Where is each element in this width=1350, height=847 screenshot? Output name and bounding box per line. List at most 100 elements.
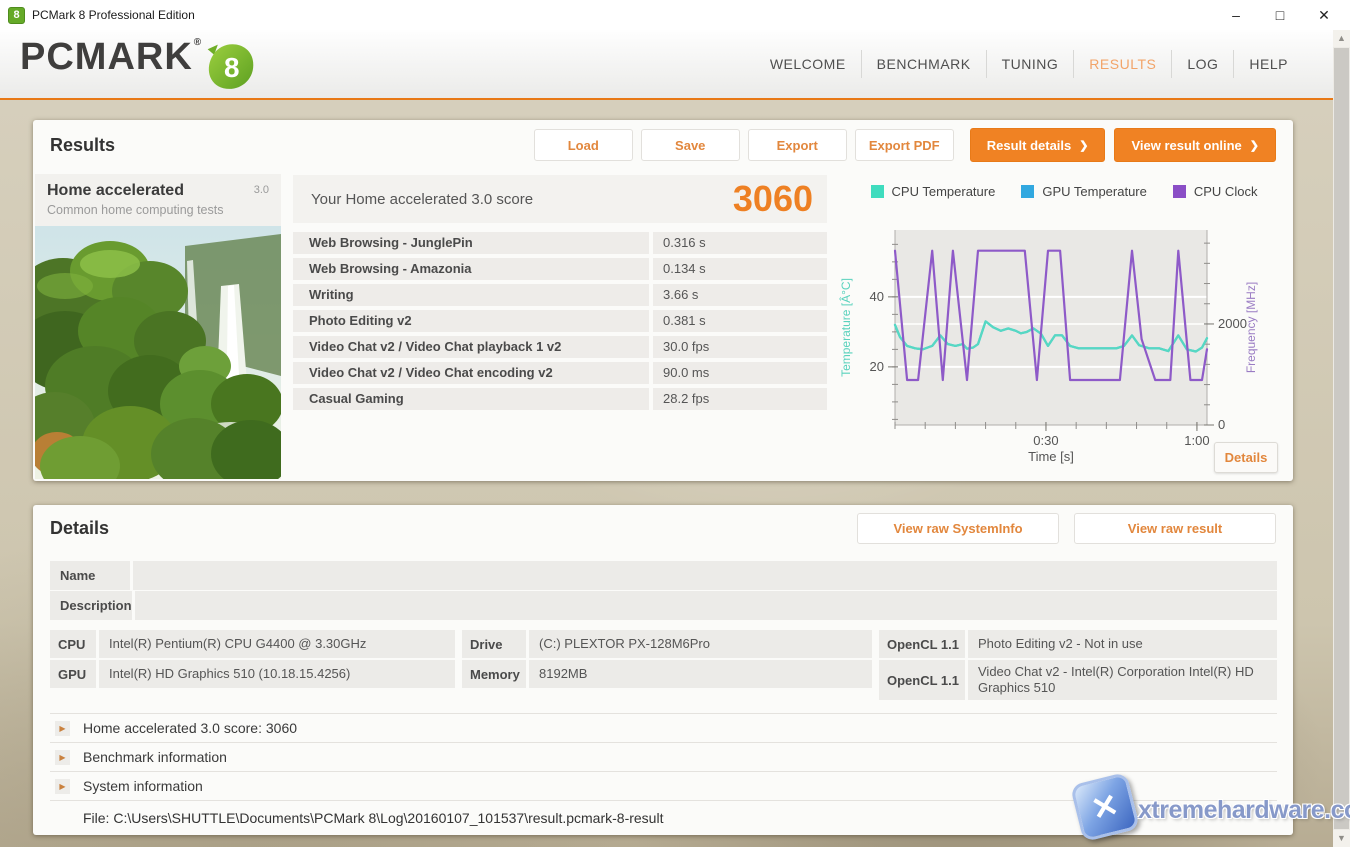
legend-label: CPU Temperature [892, 184, 996, 199]
cpu-label: CPU [50, 630, 96, 658]
memory-row: Memory8192MB [462, 660, 872, 688]
nav-log[interactable]: LOG [1171, 50, 1233, 78]
table-row: Video Chat v2 / Video Chat playback 1 v2… [293, 336, 827, 358]
description-row: Description [50, 591, 1277, 620]
scrollbar-thumb[interactable] [1334, 48, 1349, 829]
results-title: Results [50, 135, 115, 156]
window-title: PCMark 8 Professional Edition [32, 8, 195, 22]
name-label: Name [50, 561, 130, 590]
expander-label: Benchmark information [83, 749, 227, 765]
scroll-up-icon[interactable]: ▲ [1333, 30, 1350, 47]
table-row: Casual Gaming28.2 fps [293, 388, 827, 410]
cpu-temperature-swatch [871, 185, 884, 198]
nav-results[interactable]: RESULTS [1073, 50, 1171, 78]
triangle-right-icon: ▶ [59, 753, 65, 762]
waterfall-photo [35, 226, 281, 479]
app-icon: 8 [8, 7, 25, 24]
expander-score[interactable]: ▶ Home accelerated 3.0 score: 3060 [50, 713, 1277, 742]
memory-label: Memory [462, 660, 526, 688]
monitoring-chart: 2040020000:301:00Time [s]Temperature [Â°… [835, 220, 1293, 470]
nav-tuning[interactable]: TUNING [986, 50, 1074, 78]
view-result-online-button[interactable]: View result online ❯ [1114, 128, 1276, 162]
score-value: 3060 [733, 178, 813, 220]
vertical-scrollbar[interactable]: ▲ ▼ [1333, 30, 1350, 847]
nav-help[interactable]: HELP [1233, 50, 1303, 78]
legend-gpu-temperature: GPU Temperature [1021, 184, 1147, 199]
result-details-button[interactable]: Result details ❯ [970, 128, 1106, 162]
name-value [133, 561, 1277, 590]
logo-text: PCMARK [20, 35, 193, 79]
score-box: Your Home accelerated 3.0 score 3060 [293, 175, 827, 223]
test-header: Home accelerated 3.0 Common home computi… [35, 174, 281, 226]
test-row-value: 90.0 ms [653, 362, 827, 384]
result-details-label: Result details [987, 138, 1072, 153]
legend-cpu-temperature: CPU Temperature [871, 184, 996, 199]
table-row: Web Browsing - Amazonia0.134 s [293, 258, 827, 280]
test-row-label: Photo Editing v2 [293, 310, 649, 332]
svg-text:40: 40 [870, 289, 884, 304]
details-toolbar: Details View raw SystemInfo View raw res… [33, 505, 1293, 551]
svg-text:8: 8 [224, 52, 239, 83]
close-icon[interactable]: ✕ [1302, 7, 1346, 24]
watermark-text: xtremehardware.com [1138, 796, 1350, 825]
meta-rows: Name Description [50, 561, 1277, 621]
svg-text:1:00: 1:00 [1184, 433, 1209, 448]
results-file-buttons: Load Save Export Export PDF [534, 129, 954, 161]
expander-arrow-box: ▶ [55, 750, 70, 765]
result-rows: Web Browsing - JunglePin0.316 s Web Brow… [293, 232, 827, 410]
test-version: 3.0 [254, 184, 269, 196]
view-result-online-label: View result online [1131, 138, 1241, 153]
svg-text:Time [s]: Time [s] [1028, 449, 1074, 464]
table-row: Video Chat v2 / Video Chat encoding v290… [293, 362, 827, 384]
test-row-value: 28.2 fps [653, 388, 827, 410]
pcmark-logo: PCMARK ® 8 [20, 35, 255, 93]
drive-value: (C:) PLEXTOR PX-128M6Pro [529, 630, 872, 658]
test-row-label: Video Chat v2 / Video Chat encoding v2 [293, 362, 649, 384]
results-cta-buttons: Result details ❯ View result online ❯ [970, 128, 1276, 162]
triangle-right-icon: ▶ [59, 724, 65, 733]
table-row: Writing3.66 s [293, 284, 827, 306]
legend-label: GPU Temperature [1042, 184, 1147, 199]
registered-mark: ® [194, 37, 201, 48]
minimize-icon[interactable]: – [1214, 7, 1258, 24]
memory-value: 8192MB [529, 660, 872, 688]
export-button[interactable]: Export [748, 129, 847, 161]
test-row-value: 0.381 s [653, 310, 827, 332]
test-row-label: Web Browsing - JunglePin [293, 232, 649, 254]
test-row-label: Writing [293, 284, 649, 306]
svg-text:0: 0 [1218, 417, 1225, 432]
expander-label: System information [83, 778, 203, 794]
expander-arrow-box: ▶ [55, 779, 70, 794]
spec-column-opencl: OpenCL 1.1Photo Editing v2 - Not in use … [879, 630, 1277, 700]
load-button[interactable]: Load [534, 129, 633, 161]
results-toolbar: Results Load Save Export Export PDF Resu… [33, 120, 1293, 170]
test-row-value: 0.316 s [653, 232, 827, 254]
test-row-label: Video Chat v2 / Video Chat playback 1 v2 [293, 336, 649, 358]
view-raw-systeminfo-button[interactable]: View raw SystemInfo [857, 513, 1059, 544]
gpu-label: GPU [50, 660, 96, 688]
save-button[interactable]: Save [641, 129, 740, 161]
nav-welcome[interactable]: WELCOME [755, 50, 861, 78]
leaf-8-icon: 8 [203, 37, 255, 93]
opencl-value: Photo Editing v2 - Not in use [968, 630, 1277, 658]
export-pdf-button[interactable]: Export PDF [855, 129, 954, 161]
drive-row: Drive(C:) PLEXTOR PX-128M6Pro [462, 630, 872, 658]
nav-benchmark[interactable]: BENCHMARK [861, 50, 986, 78]
results-panel: Results Load Save Export Export PDF Resu… [33, 120, 1293, 481]
test-row-value: 0.134 s [653, 258, 827, 280]
test-row-label: Casual Gaming [293, 388, 649, 410]
expander-benchmark-info[interactable]: ▶ Benchmark information [50, 742, 1277, 771]
expander-arrow-box: ▶ [55, 721, 70, 736]
svg-text:0:30: 0:30 [1033, 433, 1058, 448]
cpu-row: CPUIntel(R) Pentium(R) CPU G4400 @ 3.30G… [50, 630, 455, 658]
details-buttons: View raw SystemInfo View raw result [857, 513, 1276, 544]
description-value [135, 591, 1277, 620]
table-row: Photo Editing v20.381 s [293, 310, 827, 332]
x-logo-icon: ✕ [1070, 772, 1140, 842]
test-name: Home accelerated [47, 182, 269, 200]
chart-details-button[interactable]: Details [1214, 442, 1278, 473]
svg-text:20: 20 [870, 359, 884, 374]
maximize-icon[interactable]: □ [1258, 7, 1302, 24]
cpu-value: Intel(R) Pentium(R) CPU G4400 @ 3.30GHz [99, 630, 455, 658]
view-raw-result-button[interactable]: View raw result [1074, 513, 1276, 544]
